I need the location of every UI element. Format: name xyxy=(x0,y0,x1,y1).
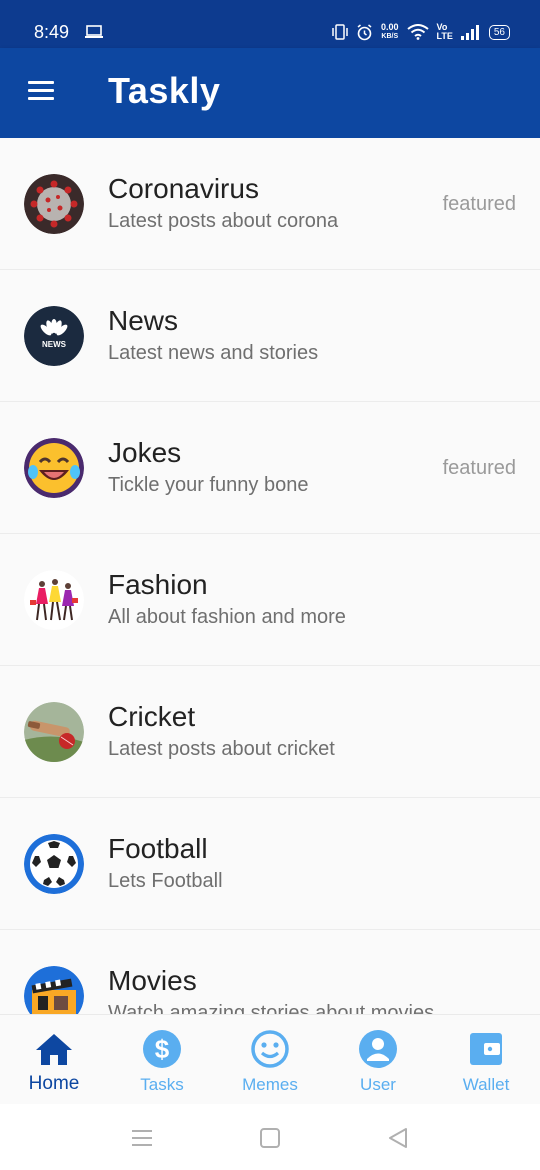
hamburger-menu-icon[interactable] xyxy=(26,79,58,105)
network-speed-value: 0.00 xyxy=(381,22,399,32)
item-title: Football xyxy=(108,833,208,864)
list-item-coronavirus[interactable]: Coronavirus Latest posts about corona fe… xyxy=(0,138,540,270)
laptop-icon xyxy=(85,25,103,38)
nav-wallet[interactable]: Wallet xyxy=(432,1015,540,1105)
home-icon xyxy=(36,1034,72,1065)
list-item-cricket[interactable]: Cricket Latest posts about cricket xyxy=(0,666,540,798)
nav-home[interactable]: Home xyxy=(0,1015,108,1105)
alarm-icon xyxy=(357,23,372,40)
vibrate-icon xyxy=(332,24,348,40)
signal-icon xyxy=(460,25,479,40)
item-title: Movies xyxy=(108,965,197,996)
laughing-emoji-avatar xyxy=(24,438,84,498)
featured-badge: featured xyxy=(442,457,516,479)
movies-avatar xyxy=(24,966,84,1014)
item-title: Coronavirus xyxy=(108,173,259,204)
volte-bottom: LTE xyxy=(436,31,453,41)
smiley-icon xyxy=(251,1030,289,1068)
news-avatar-text: NEWS xyxy=(42,340,67,349)
battery-indicator: 56 xyxy=(488,24,510,40)
item-subtitle: Lets Football xyxy=(108,870,223,892)
wallet-icon xyxy=(470,1033,502,1065)
user-icon xyxy=(359,1030,397,1068)
wifi-icon xyxy=(406,24,429,40)
nav-tasks[interactable]: $ Tasks xyxy=(108,1015,216,1105)
nav-memes[interactable]: Memes xyxy=(216,1015,324,1105)
nav-user[interactable]: User xyxy=(324,1015,432,1105)
back-icon[interactable] xyxy=(386,1126,410,1150)
network-speed-unit: KB/S xyxy=(381,33,399,40)
item-subtitle: Latest posts about cricket xyxy=(108,738,335,760)
home-button-icon[interactable] xyxy=(258,1126,282,1150)
category-list: Coronavirus Latest posts about corona fe… xyxy=(0,138,540,1014)
dollar-icon: $ xyxy=(143,1030,181,1068)
nav-home-label: Home xyxy=(28,1073,80,1094)
app-title: Taskly xyxy=(108,70,221,111)
list-item-jokes[interactable]: Jokes Tickle your funny bone featured xyxy=(0,402,540,534)
featured-badge: featured xyxy=(442,193,516,215)
status-time: 8:49 xyxy=(34,22,70,42)
item-subtitle: Watch amazing stories about movies xyxy=(108,1002,435,1014)
app-bar: Taskly xyxy=(0,48,540,138)
item-subtitle: Latest news and stories xyxy=(108,342,319,364)
item-title: Jokes xyxy=(108,437,182,468)
cricket-avatar xyxy=(24,702,84,762)
item-subtitle: Latest posts about corona xyxy=(108,210,339,232)
news-avatar: NEWS xyxy=(24,306,84,366)
nav-tasks-label: Tasks xyxy=(140,1075,184,1094)
nav-memes-label: Memes xyxy=(242,1075,298,1094)
volte-indicator: Vo LTE xyxy=(437,23,453,41)
coronavirus-avatar xyxy=(24,174,84,234)
fashion-avatar xyxy=(24,570,84,630)
app-screen: 8:49 0.00 KB/S Vo LTE 56 Taskly Coronavi… xyxy=(0,0,540,1170)
status-icons: 0.00 KB/S Vo LTE 56 xyxy=(332,22,510,42)
bottom-navigation: Home $ Tasks Memes User Wallet xyxy=(0,1014,540,1104)
nav-user-label: User xyxy=(360,1075,396,1094)
list-item-fashion[interactable]: Fashion All about fashion and more xyxy=(0,534,540,666)
status-bar: 8:49 0.00 KB/S Vo LTE 56 xyxy=(0,0,540,48)
item-title: Cricket xyxy=(108,701,196,732)
item-title: News xyxy=(108,305,179,336)
network-speed: 0.00 KB/S xyxy=(381,23,399,41)
item-title: Fashion xyxy=(108,569,208,600)
item-subtitle: All about fashion and more xyxy=(108,606,346,628)
svg-text:$: $ xyxy=(155,1034,170,1064)
recent-apps-icon[interactable] xyxy=(130,1126,154,1150)
football-avatar xyxy=(24,834,84,894)
nav-wallet-label: Wallet xyxy=(462,1075,510,1094)
item-subtitle: Tickle your funny bone xyxy=(108,474,309,496)
system-navigation-bar xyxy=(0,1104,540,1170)
list-item-news[interactable]: NEWS News Latest news and stories xyxy=(0,270,540,402)
list-item-football[interactable]: Football Lets Football xyxy=(0,798,540,930)
list-item-movies[interactable]: Movies Watch amazing stories about movie… xyxy=(0,930,540,1014)
